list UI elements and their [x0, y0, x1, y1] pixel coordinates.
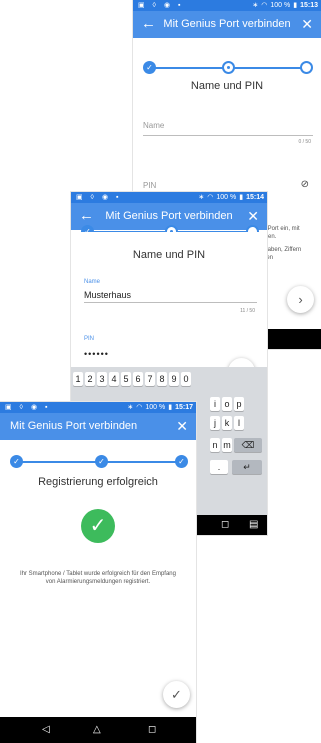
backspace-key[interactable]: ⌫ [234, 438, 262, 452]
battery-icon: ▮ [168, 404, 173, 411]
stepper: ✓ [81, 225, 259, 232]
success-check-icon: ✓ [81, 509, 115, 543]
name-input[interactable]: Musterhaus [84, 290, 131, 300]
key-8[interactable]: 8 [157, 372, 167, 386]
step-3-pending [246, 225, 259, 232]
done-button[interactable]: ✓ [163, 681, 190, 708]
key-3[interactable]: 3 [97, 372, 107, 386]
key-j[interactable]: j [210, 416, 220, 430]
stepper: ✓ ✓ ✓ [10, 455, 188, 469]
screen-front: ▣ ◊ ◉ ▪ ∗ ◠ 100 % ▮ 15:17 Mit Genius Por… [0, 402, 196, 743]
status-bar: ▣ ◊ ◉ ▪ ∗ ◠ 100 % ▮ 15:14 [71, 192, 267, 203]
nav-bar: ◁ △ ◻ [0, 717, 196, 743]
key-i[interactable]: i [210, 397, 220, 411]
app-bar: ← Mit Genius Port verbinden ✕ [133, 11, 321, 38]
key-6[interactable]: 6 [133, 372, 143, 386]
step-1-check-icon: ✓ [10, 455, 23, 468]
step-title: Name und PIN [190, 80, 264, 92]
notification-icons: ▣ ◊ ◉ ▪ [138, 2, 184, 9]
bluetooth-icon: ∗ [252, 2, 259, 9]
close-icon[interactable]: ✕ [247, 207, 259, 225]
close-icon[interactable]: ✕ [176, 417, 188, 435]
app-title: Mit Genius Port verbinden [163, 18, 291, 30]
step-3-check-icon: ✓ [175, 455, 188, 468]
status-bar: ▣ ◊ ◉ ▪ ∗ ◠ 100 % ▮ 15:13 [133, 0, 321, 11]
clock: 15:13 [300, 2, 318, 9]
name-counter: 11 / 50 [240, 308, 255, 314]
key-m[interactable]: m [222, 438, 232, 452]
recents-nav-icon[interactable]: ◻ [148, 717, 156, 743]
key-1[interactable]: 1 [73, 372, 83, 386]
name-field-label[interactable]: Name [143, 121, 164, 130]
name-counter: 0 / 50 [298, 139, 311, 145]
battery-label: 100 % [145, 404, 166, 411]
pin-hint: s Port ein, mit nten. staben, Ziffern he… [263, 225, 301, 262]
battery-icon: ▮ [239, 194, 244, 201]
key-4[interactable]: 4 [109, 372, 119, 386]
key-p[interactable]: p [234, 397, 244, 411]
success-message: Ihr Smartphone / Tablet wurde erfolgreic… [20, 571, 176, 585]
step-1-check-icon: ✓ [81, 225, 94, 232]
pin-field-label: PIN [84, 336, 95, 342]
hint-line-2: nten. [263, 234, 277, 240]
app-bar: Mit Genius Port verbinden ✕ [0, 413, 196, 440]
hint-line-4: hen [263, 255, 274, 261]
step-2-current [165, 225, 178, 232]
app-title: Mit Genius Port verbinden [10, 420, 138, 432]
status-right: ∗ ◠ 100 % ▮ 15:17 [127, 402, 193, 413]
step-title: Registrierung erfolgreich [38, 476, 158, 488]
key-n[interactable]: n [210, 438, 220, 452]
key-k[interactable]: k [222, 416, 232, 430]
bluetooth-icon: ∗ [198, 194, 205, 201]
eye-off-icon[interactable]: ⊘ [301, 179, 309, 190]
step-3-pending [300, 61, 313, 74]
name-field-underline [143, 135, 313, 136]
key-l[interactable]: l [234, 416, 244, 430]
status-bar: ▣ ◊ ◉ ▪ ∗ ◠ 100 % ▮ 15:17 [0, 402, 196, 413]
recents-icon[interactable]: ◻ [221, 515, 229, 535]
battery-icon: ▮ [293, 2, 298, 9]
key-9[interactable]: 9 [169, 372, 179, 386]
check-icon: ✓ [171, 687, 182, 702]
step-2-current [222, 61, 235, 74]
key-5[interactable]: 5 [121, 372, 131, 386]
back-nav-icon[interactable]: ◁ [42, 717, 50, 743]
notification-icons: ▣ ◊ ◉ ▪ [5, 404, 51, 411]
wifi-icon: ◠ [136, 404, 143, 411]
stepper: ✓ [143, 61, 313, 75]
wifi-icon: ◠ [261, 2, 268, 9]
status-right: ∗ ◠ 100 % ▮ 15:14 [198, 192, 264, 203]
key-7[interactable]: 7 [145, 372, 155, 386]
status-right: ∗ ◠ 100 % ▮ 15:13 [252, 0, 318, 11]
home-nav-icon[interactable]: △ [93, 717, 101, 743]
key-2[interactable]: 2 [85, 372, 95, 386]
chevron-right-icon: › [298, 292, 303, 307]
clock: 15:14 [246, 194, 264, 201]
name-field-label: Name [84, 279, 101, 285]
bluetooth-icon: ∗ [127, 404, 134, 411]
keyboard-switch-icon[interactable]: ▤ [249, 515, 258, 535]
step-title: Name und PIN [132, 249, 206, 261]
notification-icons: ▣ ◊ ◉ ▪ [76, 194, 122, 201]
hint-line-3: staben, Ziffern [263, 247, 302, 253]
battery-label: 100 % [270, 2, 291, 9]
clock: 15:17 [175, 404, 193, 411]
enter-key[interactable]: ↵ [232, 460, 262, 474]
battery-label: 100 % [216, 194, 237, 201]
key-0[interactable]: 0 [181, 372, 191, 386]
pin-input[interactable]: •••••• [84, 349, 109, 359]
step-1-check-icon: ✓ [143, 61, 156, 74]
close-icon[interactable]: ✕ [301, 15, 313, 33]
pin-field-label[interactable]: PIN [143, 181, 156, 190]
step-2-check-icon: ✓ [95, 455, 108, 468]
wifi-icon: ◠ [207, 194, 214, 201]
key-o[interactable]: o [222, 397, 232, 411]
next-button[interactable]: › [287, 286, 314, 313]
hint-line-1: s Port ein, mit [263, 226, 300, 232]
name-field-underline [84, 302, 257, 303]
period-key[interactable]: . [210, 460, 228, 474]
